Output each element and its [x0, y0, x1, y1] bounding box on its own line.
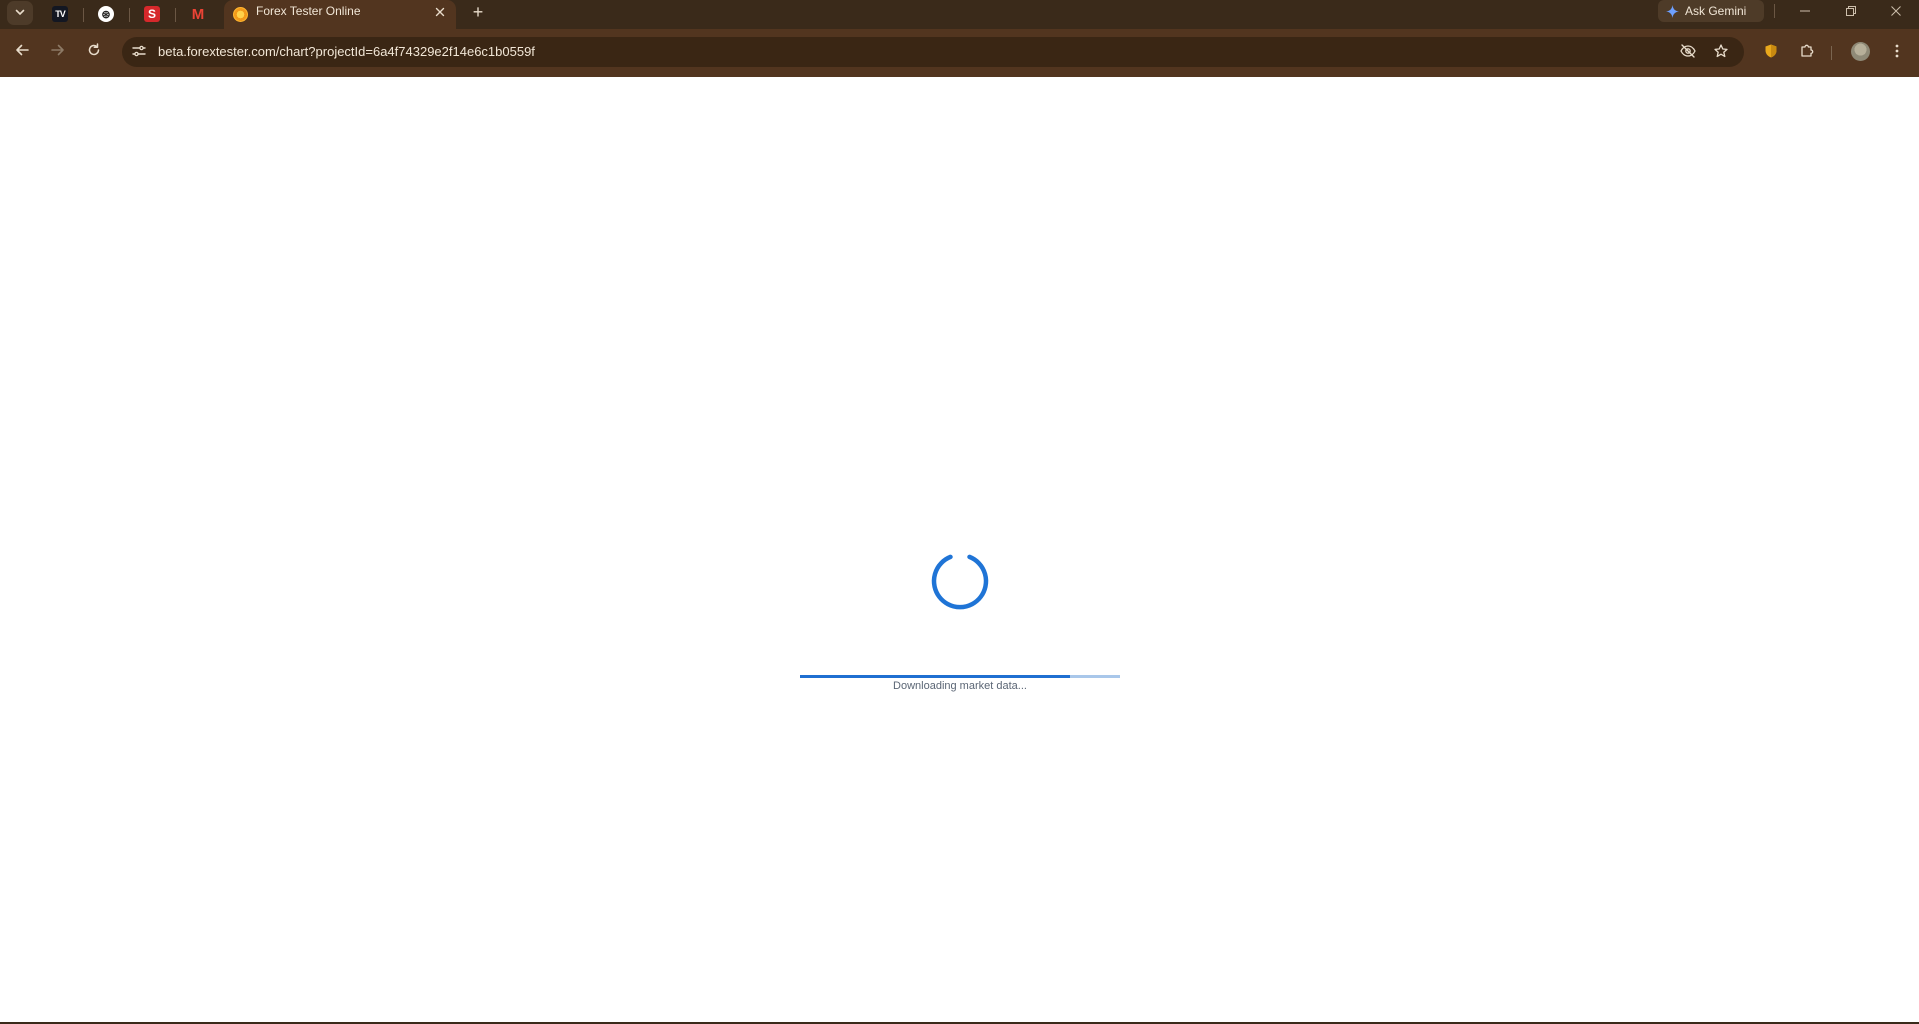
tab-search-button[interactable] [7, 1, 33, 25]
loading-status-text: Downloading market data... [893, 680, 1027, 692]
plus-icon: + [472, 1, 484, 22]
s-app-icon: S [144, 6, 160, 22]
pinned-tab-s[interactable]: S [134, 2, 170, 26]
menu-button[interactable] [1887, 42, 1907, 62]
extensions-button[interactable] [1797, 42, 1817, 62]
ask-gemini-label: Ask Gemini [1685, 4, 1747, 18]
forward-button[interactable] [47, 41, 69, 63]
toolbar-divider [1831, 46, 1832, 60]
site-info-button[interactable] [130, 43, 148, 61]
browser-toolbar: beta.forextester.com/chart?projectId=6a4… [0, 29, 1919, 78]
reload-button[interactable] [83, 41, 105, 63]
tab-divider [175, 8, 176, 22]
tab-divider [129, 8, 130, 22]
arrow-right-icon [51, 43, 65, 61]
download-progress-bar [800, 675, 1120, 678]
tab-strip: TV ⊛ S M Forex Tester Online + Ask Gemin… [0, 0, 1919, 29]
chevron-down-icon [14, 6, 26, 21]
minimize-icon [1800, 4, 1810, 19]
shield-icon [1765, 44, 1777, 61]
url-text[interactable]: beta.forextester.com/chart?projectId=6a4… [158, 44, 535, 59]
ask-gemini-button[interactable]: Ask Gemini [1658, 0, 1764, 22]
close-icon [435, 5, 445, 20]
tab-forex-tester-online[interactable]: Forex Tester Online [224, 0, 456, 29]
browser-window: TV ⊛ S M Forex Tester Online + Ask Gemin… [0, 0, 1919, 1024]
eye-off-icon [1680, 43, 1696, 61]
gemini-sparkle-icon [1666, 4, 1679, 18]
more-vertical-icon [1895, 44, 1899, 61]
loading-spinner [928, 549, 992, 613]
gmail-icon: M [191, 5, 205, 23]
restore-button[interactable] [1828, 0, 1874, 22]
tune-icon [132, 44, 146, 61]
reload-icon [87, 43, 101, 61]
tab-title: Forex Tester Online [256, 4, 361, 18]
star-icon [1714, 43, 1728, 61]
new-tab-button[interactable]: + [466, 0, 490, 24]
restore-icon [1846, 4, 1856, 19]
bookmark-button[interactable] [1711, 42, 1731, 62]
tracking-protection-button[interactable] [1678, 42, 1698, 62]
close-tab-button[interactable] [432, 4, 448, 20]
forextester-icon [233, 7, 248, 22]
arrow-left-icon [15, 43, 29, 61]
pinned-tab-gmail[interactable]: M [180, 2, 216, 26]
profile-avatar[interactable] [1851, 42, 1870, 61]
back-button[interactable] [11, 41, 33, 63]
puzzle-icon [1800, 43, 1815, 61]
chatgpt-icon: ⊛ [98, 6, 114, 22]
tradingview-icon: TV [52, 6, 68, 22]
pinned-tab-chatgpt[interactable]: ⊛ [88, 2, 124, 26]
page-content: Downloading market data... [0, 77, 1919, 1024]
window-controls-divider [1774, 4, 1775, 18]
tab-divider [83, 8, 84, 22]
address-bar[interactable]: beta.forextester.com/chart?projectId=6a4… [122, 37, 1744, 67]
pinned-tab-tradingview[interactable]: TV [42, 2, 78, 26]
extension-shield-button[interactable] [1761, 42, 1781, 62]
download-progress-fill [800, 675, 1071, 678]
close-window-button[interactable] [1873, 0, 1919, 22]
close-window-icon [1891, 4, 1901, 19]
minimize-button[interactable] [1782, 0, 1828, 22]
